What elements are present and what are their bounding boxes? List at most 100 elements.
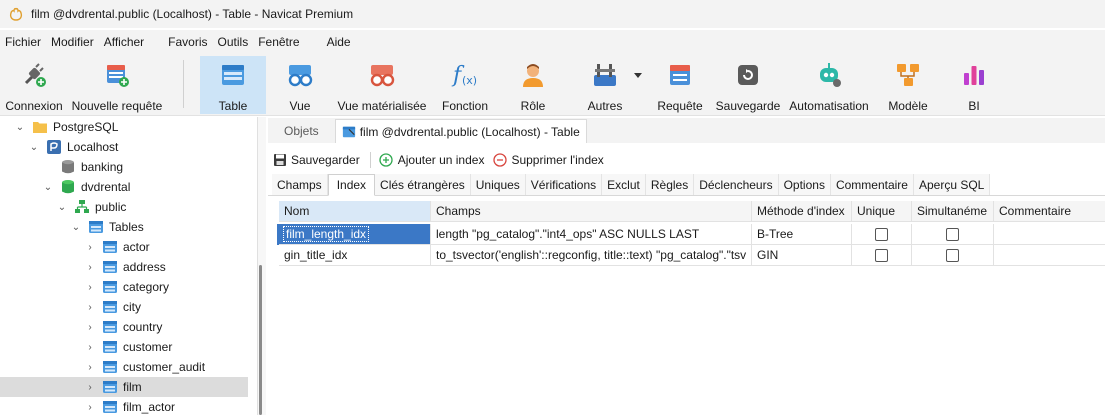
chevron-down-icon bbox=[632, 60, 644, 90]
tree-item-city[interactable]: › city bbox=[0, 297, 248, 317]
unique-checkbox[interactable] bbox=[875, 248, 888, 262]
tree-item-postgresql[interactable]: ⌄ PostgreSQL bbox=[0, 117, 248, 137]
cell-fields[interactable]: length "pg_catalog"."int4_ops" ASC NULLS… bbox=[431, 224, 752, 245]
cell-name[interactable]: gin_title_idx bbox=[279, 245, 431, 266]
column-header-champs[interactable]: Champs bbox=[431, 201, 752, 222]
menu-outils[interactable]: Outils bbox=[213, 35, 254, 49]
tab-commentaire[interactable]: Commentaire bbox=[830, 174, 914, 195]
table-button[interactable]: Table bbox=[200, 56, 266, 114]
menu-favoris[interactable]: Favoris bbox=[163, 35, 212, 49]
tree-item-public[interactable]: ⌄ public bbox=[0, 197, 248, 217]
svg-text:(x): (x) bbox=[462, 74, 477, 87]
tab-apercu-sql[interactable]: Aperçu SQL bbox=[913, 174, 991, 195]
sidebar-scrollbar[interactable] bbox=[258, 117, 266, 415]
cell-method[interactable]: GIN bbox=[752, 245, 852, 266]
role-button[interactable]: Rôle bbox=[505, 56, 561, 114]
modele-button[interactable]: Modèle bbox=[882, 56, 934, 114]
cell-name[interactable]: film_length_idx bbox=[279, 224, 431, 245]
scrollbar-thumb[interactable] bbox=[259, 265, 262, 415]
tree-item-film[interactable]: › film bbox=[0, 377, 248, 397]
tree-item-customer[interactable]: › customer bbox=[0, 337, 248, 357]
chevron-right-icon[interactable]: › bbox=[84, 241, 96, 253]
cell-comment[interactable] bbox=[994, 245, 1105, 266]
vue-materialisee-button[interactable]: Vue matérialisée bbox=[336, 56, 428, 114]
chevron-right-icon[interactable]: › bbox=[84, 401, 96, 413]
toolbar-separator bbox=[183, 60, 184, 108]
function-icon: f (x) bbox=[450, 60, 480, 90]
new-query-button[interactable]: Nouvelle requête bbox=[70, 56, 164, 114]
remove-circle-icon bbox=[492, 153, 507, 168]
tab-exclut[interactable]: Exclut bbox=[602, 174, 646, 195]
tree-item-dvdrental[interactable]: ⌄ dvdrental bbox=[0, 177, 248, 197]
cell-fields[interactable]: to_tsvector('english'::regconfig, title:… bbox=[431, 245, 752, 266]
cell-method[interactable]: B-Tree bbox=[752, 224, 852, 245]
tree-item-tables[interactable]: ⌄ Tables bbox=[0, 217, 248, 237]
autres-dropdown-button[interactable] bbox=[632, 56, 644, 114]
chevron-right-icon[interactable]: › bbox=[84, 341, 96, 353]
table-row[interactable]: gin_title_idx to_tsvector('english'::reg… bbox=[279, 245, 1105, 266]
column-header-simultanement[interactable]: Simultanéme bbox=[912, 201, 994, 222]
menu-fichier[interactable]: Fichier bbox=[0, 35, 46, 49]
tab-declencheurs[interactable]: Déclencheurs bbox=[694, 174, 779, 195]
menu-afficher[interactable]: Afficher bbox=[99, 35, 149, 49]
column-header-methode[interactable]: Méthode d'index bbox=[752, 201, 852, 222]
tab-regles[interactable]: Règles bbox=[645, 174, 695, 195]
add-index-button[interactable]: Ajouter un index bbox=[379, 153, 484, 168]
concurrent-checkbox[interactable] bbox=[946, 248, 959, 262]
tree-item-film-actor[interactable]: › film_actor bbox=[0, 397, 248, 415]
bi-button[interactable]: BI bbox=[954, 56, 994, 114]
table-icon bbox=[218, 60, 248, 90]
remove-index-button[interactable]: Supprimer l'index bbox=[492, 153, 604, 168]
chevron-right-icon[interactable]: › bbox=[84, 361, 96, 373]
chevron-down-icon[interactable]: ⌄ bbox=[14, 121, 26, 133]
menu-modifier[interactable]: Modifier bbox=[46, 35, 99, 49]
database-gray-icon bbox=[62, 160, 74, 174]
save-button[interactable]: Sauvegarder bbox=[272, 153, 360, 168]
chevron-down-icon[interactable]: ⌄ bbox=[70, 221, 82, 233]
tab-cles-etrangeres[interactable]: Clés étrangères bbox=[375, 174, 471, 195]
menu-aide[interactable]: Aide bbox=[322, 35, 356, 49]
table-row[interactable]: film_length_idx length "pg_catalog"."int… bbox=[277, 224, 1105, 245]
cell-comment[interactable] bbox=[994, 224, 1105, 245]
sauvegarde-button[interactable]: Sauvegarde bbox=[716, 56, 780, 114]
tree-item-customer-audit[interactable]: › customer_audit bbox=[0, 357, 248, 377]
tree-item-address[interactable]: › address bbox=[0, 257, 248, 277]
chevron-down-icon[interactable]: ⌄ bbox=[28, 141, 40, 153]
automatisation-button[interactable]: Automatisation bbox=[784, 56, 874, 114]
chevron-right-icon[interactable]: › bbox=[84, 321, 96, 333]
tree-item-category[interactable]: › category bbox=[0, 277, 248, 297]
fonction-button[interactable]: f (x) Fonction bbox=[436, 56, 494, 114]
chevron-right-icon[interactable]: › bbox=[84, 281, 96, 293]
unique-checkbox[interactable] bbox=[875, 227, 888, 241]
add-circle-icon bbox=[379, 153, 394, 168]
tab-film-table[interactable]: film @dvdrental.public (Localhost) - Tab… bbox=[334, 119, 587, 143]
tab-verifications[interactable]: Vérifications bbox=[525, 174, 603, 195]
table-icon bbox=[103, 301, 117, 313]
column-header-unique[interactable]: Unique bbox=[852, 201, 912, 222]
chevron-down-icon[interactable]: ⌄ bbox=[56, 201, 68, 213]
chevron-right-icon[interactable]: › bbox=[84, 261, 96, 273]
tab-index[interactable]: Index bbox=[327, 174, 376, 196]
tree-item-localhost[interactable]: ⌄ Localhost bbox=[0, 137, 248, 157]
column-header-nom[interactable]: Nom bbox=[279, 201, 431, 222]
tab-objets[interactable]: Objets bbox=[268, 119, 335, 143]
concurrent-checkbox[interactable] bbox=[946, 227, 959, 241]
table-icon bbox=[103, 341, 117, 353]
requete-button[interactable]: Requête bbox=[651, 56, 709, 114]
vue-button[interactable]: Vue bbox=[270, 56, 330, 114]
chevron-down-icon[interactable]: ⌄ bbox=[42, 181, 54, 193]
tab-champs[interactable]: Champs bbox=[272, 174, 328, 195]
connexion-button[interactable]: Connexion bbox=[2, 56, 66, 114]
title-bar: film @dvdrental.public (Localhost) - Tab… bbox=[0, 0, 1105, 28]
chevron-right-icon[interactable]: › bbox=[84, 381, 96, 393]
column-header-commentaire[interactable]: Commentaire bbox=[994, 201, 1105, 222]
tab-options[interactable]: Options bbox=[778, 174, 831, 195]
menu-fenetre[interactable]: Fenêtre bbox=[253, 35, 304, 49]
chevron-right-icon[interactable]: › bbox=[84, 301, 96, 313]
autres-button[interactable]: Autres bbox=[578, 56, 632, 114]
action-bar: Sauvegarder Ajouter un index Supprimer l… bbox=[268, 148, 1105, 172]
tree-item-actor[interactable]: › actor bbox=[0, 237, 248, 257]
tree-item-country[interactable]: › country bbox=[0, 317, 248, 337]
tree-item-banking[interactable]: banking bbox=[0, 157, 248, 177]
tab-uniques[interactable]: Uniques bbox=[470, 174, 526, 195]
